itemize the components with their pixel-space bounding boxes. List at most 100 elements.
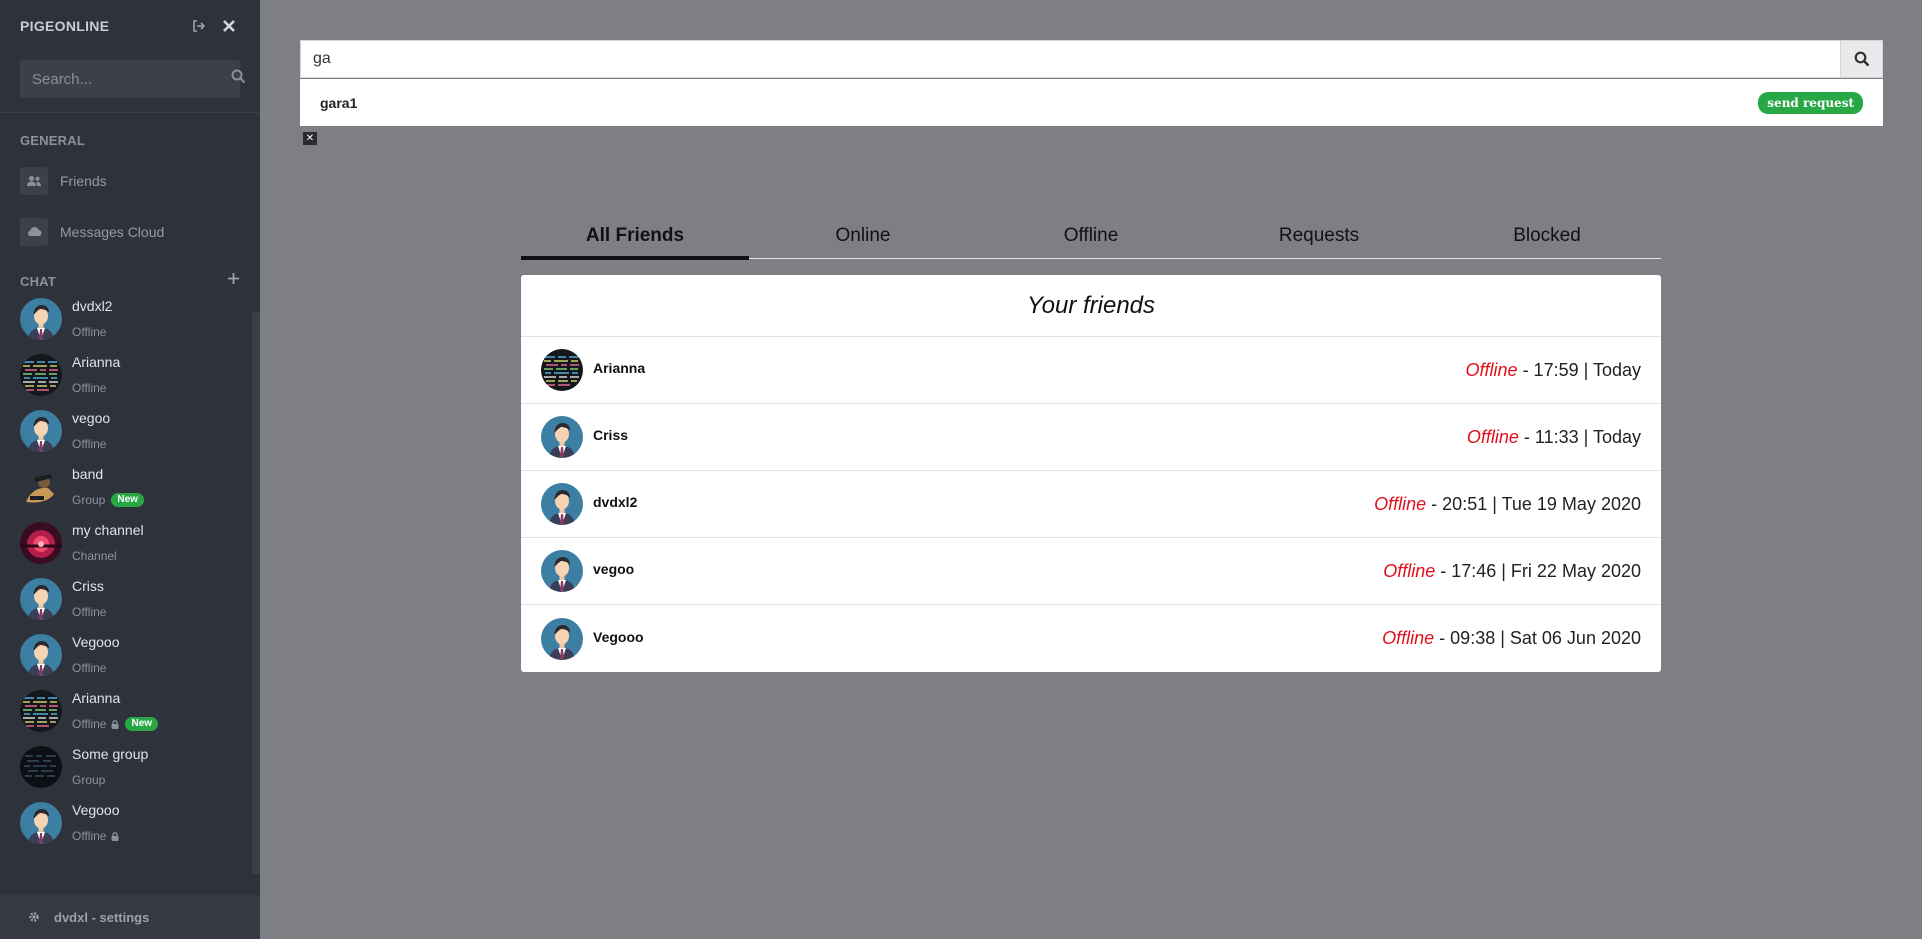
logout-icon[interactable] [188, 15, 210, 37]
chat-name: Arianna [72, 354, 121, 370]
avatar [541, 617, 583, 660]
chat-status: Offline [72, 659, 120, 677]
avatar [20, 466, 62, 508]
offline-label: Offline [1465, 359, 1518, 380]
tab-requests[interactable]: Requests [1205, 214, 1433, 258]
chat-text: dvdxl2 Offline [72, 297, 112, 341]
chat-text: my channel Channel [72, 521, 144, 565]
chat-name: Arianna [72, 690, 121, 706]
user-search-bar [300, 40, 1883, 78]
avatar [20, 690, 62, 732]
chat-name: band [72, 466, 104, 482]
chat-status-text: Group [72, 773, 106, 787]
chat-text: Some group Group [72, 745, 148, 789]
chat-section-header: CHAT [0, 271, 260, 291]
nav-item-label: Friends [60, 172, 107, 189]
sidebar: PIGEONLINE GENERAL Friends Messages Clou… [0, 0, 260, 939]
friend-name: dvdxl2 [593, 494, 638, 510]
nav-item-friends[interactable]: Friends [0, 155, 260, 206]
avatar [541, 416, 583, 458]
chat-name: my channel [72, 522, 144, 538]
chat-item[interactable]: vegoo Offline [0, 403, 260, 459]
chat-status: Offline [72, 603, 106, 621]
chat-text: Arianna Offline New [72, 689, 159, 733]
tab-blocked[interactable]: Blocked [1433, 214, 1661, 258]
friend-row[interactable]: vegoo Offline - 17:46 | Fri 22 May 2020 [521, 538, 1661, 605]
last-seen: - 17:59 | Today [1517, 359, 1641, 380]
chat-text: vegoo Offline [72, 409, 110, 453]
chat-item[interactable]: my channel Channel [0, 515, 260, 571]
search-button[interactable] [1840, 41, 1882, 77]
offline-label: Offline [1383, 560, 1436, 581]
chat-item[interactable]: Arianna Offline New [0, 683, 260, 739]
search-icon[interactable] [231, 69, 246, 89]
chat-item[interactable]: Some group Group [0, 739, 260, 795]
friends-card: Your friends Arianna Offline - 17:59 | To… [521, 275, 1661, 672]
search-icon [1854, 51, 1869, 67]
friend-row[interactable]: Vegooo Offline - 09:38 | Sat 06 Jun 2020 [521, 605, 1661, 672]
send-request-button[interactable]: send request [1758, 91, 1863, 114]
search-result-item: gara1 send request [300, 79, 1883, 126]
chat-list-scrollbar[interactable] [252, 312, 260, 874]
chat-status-text: Offline [72, 661, 107, 675]
friend-row[interactable]: Criss Offline - 11:33 | Today [521, 404, 1661, 471]
cloud-icon [20, 217, 48, 246]
avatar [20, 410, 62, 452]
chat-status: Offline [72, 323, 112, 341]
avatar [20, 522, 62, 564]
chat-item[interactable]: dvdxl2 Offline [0, 291, 260, 347]
chat-status: Offline [72, 379, 120, 397]
sidebar-header: PIGEONLINE [0, 0, 260, 52]
avatar [20, 746, 62, 788]
user-search-input[interactable] [301, 41, 1840, 77]
chat-text: Vegooo Offline [72, 633, 120, 677]
nav-item-messages-cloud[interactable]: Messages Cloud [0, 206, 260, 257]
last-seen: - 09:38 | Sat 06 Jun 2020 [1434, 628, 1641, 648]
close-results-button[interactable]: ✕ [303, 132, 317, 145]
chat-item[interactable]: Vegooo Offline [0, 627, 260, 683]
lock-icon [111, 719, 119, 729]
chat-name: Some group [72, 746, 149, 762]
chat-status: Channel [72, 547, 144, 565]
friend-name: Vegooo [593, 628, 644, 645]
chat-status: Group New [72, 491, 144, 509]
friend-name: vegoo [593, 561, 635, 577]
users-icon [20, 166, 48, 195]
offline-label: Offline [1466, 426, 1519, 447]
friend-row[interactable]: dvdxl2 Offline - 20:51 | Tue 19 May 2020 [521, 471, 1661, 538]
chat-status-text: Offline [72, 829, 107, 843]
chat-item[interactable]: Criss Offline [0, 571, 260, 627]
tab-online[interactable]: Online [749, 214, 977, 258]
chat-name: vegoo [72, 410, 111, 426]
tab-offline[interactable]: Offline [977, 214, 1205, 258]
chat-status-text: Group [72, 493, 106, 507]
chat-item[interactable]: Arianna Offline [0, 347, 260, 403]
tab-all-friends[interactable]: All Friends [521, 214, 749, 260]
avatar [20, 802, 62, 844]
chat-status-text: Channel [72, 549, 117, 563]
chat-status: Offline New [72, 715, 159, 733]
avatar [20, 578, 62, 620]
friend-status: Offline - 17:46 | Fri 22 May 2020 [1383, 561, 1641, 582]
chat-text: Arianna Offline [72, 353, 120, 397]
chat-status-text: Offline [72, 381, 107, 395]
chat-text: Criss Offline [72, 577, 106, 621]
chat-item[interactable]: Vegooo Offline [0, 795, 260, 851]
chat-status-text: Offline [72, 605, 107, 619]
chat-item[interactable]: band Group New [0, 459, 260, 515]
close-icon[interactable] [218, 15, 240, 37]
app-brand: PIGEONLINE [20, 18, 110, 34]
settings-footer[interactable]: dvdxl - settings [0, 895, 260, 939]
friend-row[interactable]: Arianna Offline - 17:59 | Today [521, 337, 1661, 404]
chat-list[interactable]: dvdxl2 Offline Arianna Offline vegoo Offline b… [0, 291, 260, 874]
offline-label: Offline [1374, 493, 1427, 514]
last-seen: - 11:33 | Today [1518, 426, 1641, 447]
new-badge: New [111, 493, 144, 507]
add-chat-icon[interactable] [227, 272, 240, 290]
lock-icon [111, 831, 119, 841]
chat-status: Group [72, 771, 148, 789]
chat-text: band Group New [72, 465, 144, 509]
sidebar-search-input[interactable] [32, 70, 231, 88]
search-result-name: gara1 [320, 94, 358, 111]
new-badge: New [125, 717, 159, 731]
